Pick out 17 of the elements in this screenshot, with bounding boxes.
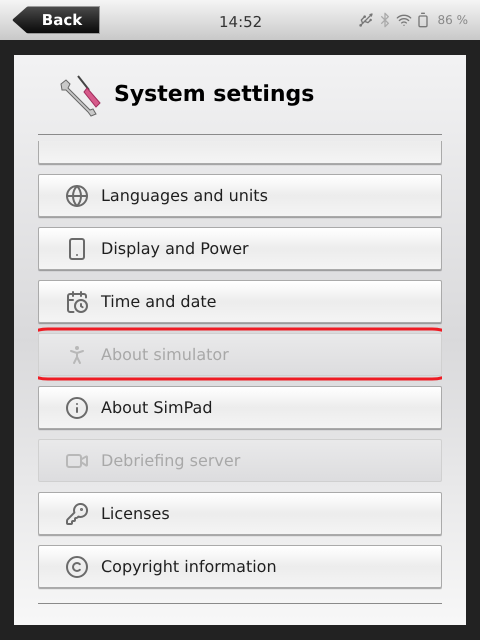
globe-icon	[65, 184, 89, 208]
calendar-clock-icon	[65, 290, 89, 314]
settings-item[interactable]: Display and Power	[38, 227, 442, 270]
battery-level: 86 %	[438, 12, 468, 29]
settings-item[interactable]: Licenses	[38, 492, 442, 535]
back-button[interactable]: Back	[12, 6, 100, 34]
settings-item[interactable]: About SimPad	[38, 386, 442, 429]
settings-item[interactable]: Copyright information	[38, 545, 442, 588]
settings-item[interactable]: Time and date	[38, 280, 442, 323]
settings-item[interactable]: Languages and units	[38, 174, 442, 217]
key-icon	[65, 502, 89, 526]
wifi-icon	[396, 12, 412, 28]
page-title: System settings	[114, 81, 314, 109]
usb-icon	[358, 12, 374, 28]
info-icon	[65, 396, 89, 420]
copyright-icon	[65, 554, 89, 578]
clock: 14:52	[219, 12, 262, 33]
